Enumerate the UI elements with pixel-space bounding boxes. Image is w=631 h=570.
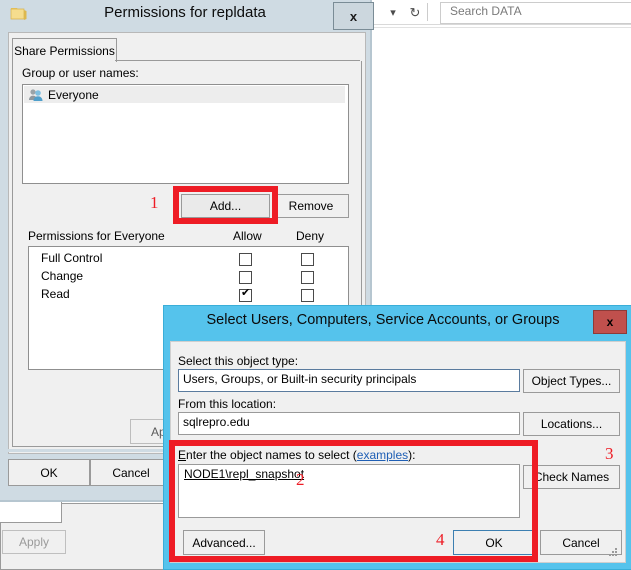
deny-checkbox[interactable] xyxy=(301,271,314,284)
chevron-down-icon[interactable]: ▾ xyxy=(382,3,404,22)
list-item[interactable]: Everyone xyxy=(24,86,345,103)
toolbar-divider xyxy=(427,3,428,21)
table-row[interactable]: Change xyxy=(29,268,346,286)
ok-button[interactable]: OK xyxy=(8,459,90,486)
tab-share-permissions[interactable]: Share Permissions xyxy=(12,38,117,62)
background-apply-button: Apply xyxy=(2,530,66,554)
close-icon[interactable]: x xyxy=(593,310,627,334)
checkmark-icon: ✔ xyxy=(241,288,250,299)
refresh-icon[interactable]: ↻ xyxy=(404,3,426,22)
deny-column-header: Deny xyxy=(296,229,324,243)
annotation-box-2 xyxy=(169,440,538,562)
folder-icon xyxy=(10,6,28,22)
close-icon[interactable]: x xyxy=(333,2,374,30)
permission-name: Change xyxy=(41,269,83,283)
group-users-icon xyxy=(28,87,44,103)
select-users-title: Select Users, Computers, Service Account… xyxy=(178,312,588,336)
permissions-for-label: Permissions for Everyone xyxy=(28,229,165,243)
allow-checkbox[interactable] xyxy=(239,253,252,266)
allow-column-header: Allow xyxy=(233,229,262,243)
annotation-box-1 xyxy=(173,186,278,224)
deny-checkbox[interactable] xyxy=(301,289,314,302)
object-type-value: Users, Groups, or Built-in security prin… xyxy=(183,372,416,386)
page-title: Permissions for repldata xyxy=(60,4,310,26)
object-types-button[interactable]: Object Types... xyxy=(523,369,620,393)
annotation-number-1: 1 xyxy=(150,193,159,213)
locations-button[interactable]: Locations... xyxy=(523,412,620,436)
permission-name: Full Control xyxy=(41,251,102,265)
remove-button[interactable]: Remove xyxy=(273,194,349,218)
resize-grip-icon[interactable] xyxy=(607,546,619,558)
cancel-button[interactable]: Cancel xyxy=(90,459,172,486)
explorer-separator xyxy=(370,27,631,28)
allow-checkbox[interactable]: ✔ xyxy=(239,289,252,302)
annotation-number-3: 3 xyxy=(605,444,614,464)
allow-checkbox[interactable] xyxy=(239,271,252,284)
tab-strip-line xyxy=(115,60,360,61)
from-location-value: sqlrepro.edu xyxy=(183,415,250,429)
annotation-number-2: 2 xyxy=(296,470,305,490)
group-or-user-names-label: Group or user names: xyxy=(22,66,139,80)
annotation-number-4: 4 xyxy=(436,530,445,550)
list-item-label: Everyone xyxy=(48,88,99,102)
table-row[interactable]: Read ✔ xyxy=(29,286,346,304)
table-row[interactable]: Full Control xyxy=(29,250,346,268)
search-placeholder: Search DATA xyxy=(450,4,522,18)
permission-name: Read xyxy=(41,287,70,301)
deny-checkbox[interactable] xyxy=(301,253,314,266)
from-location-label: From this location: xyxy=(178,397,276,411)
object-type-label: Select this object type: xyxy=(178,354,298,368)
